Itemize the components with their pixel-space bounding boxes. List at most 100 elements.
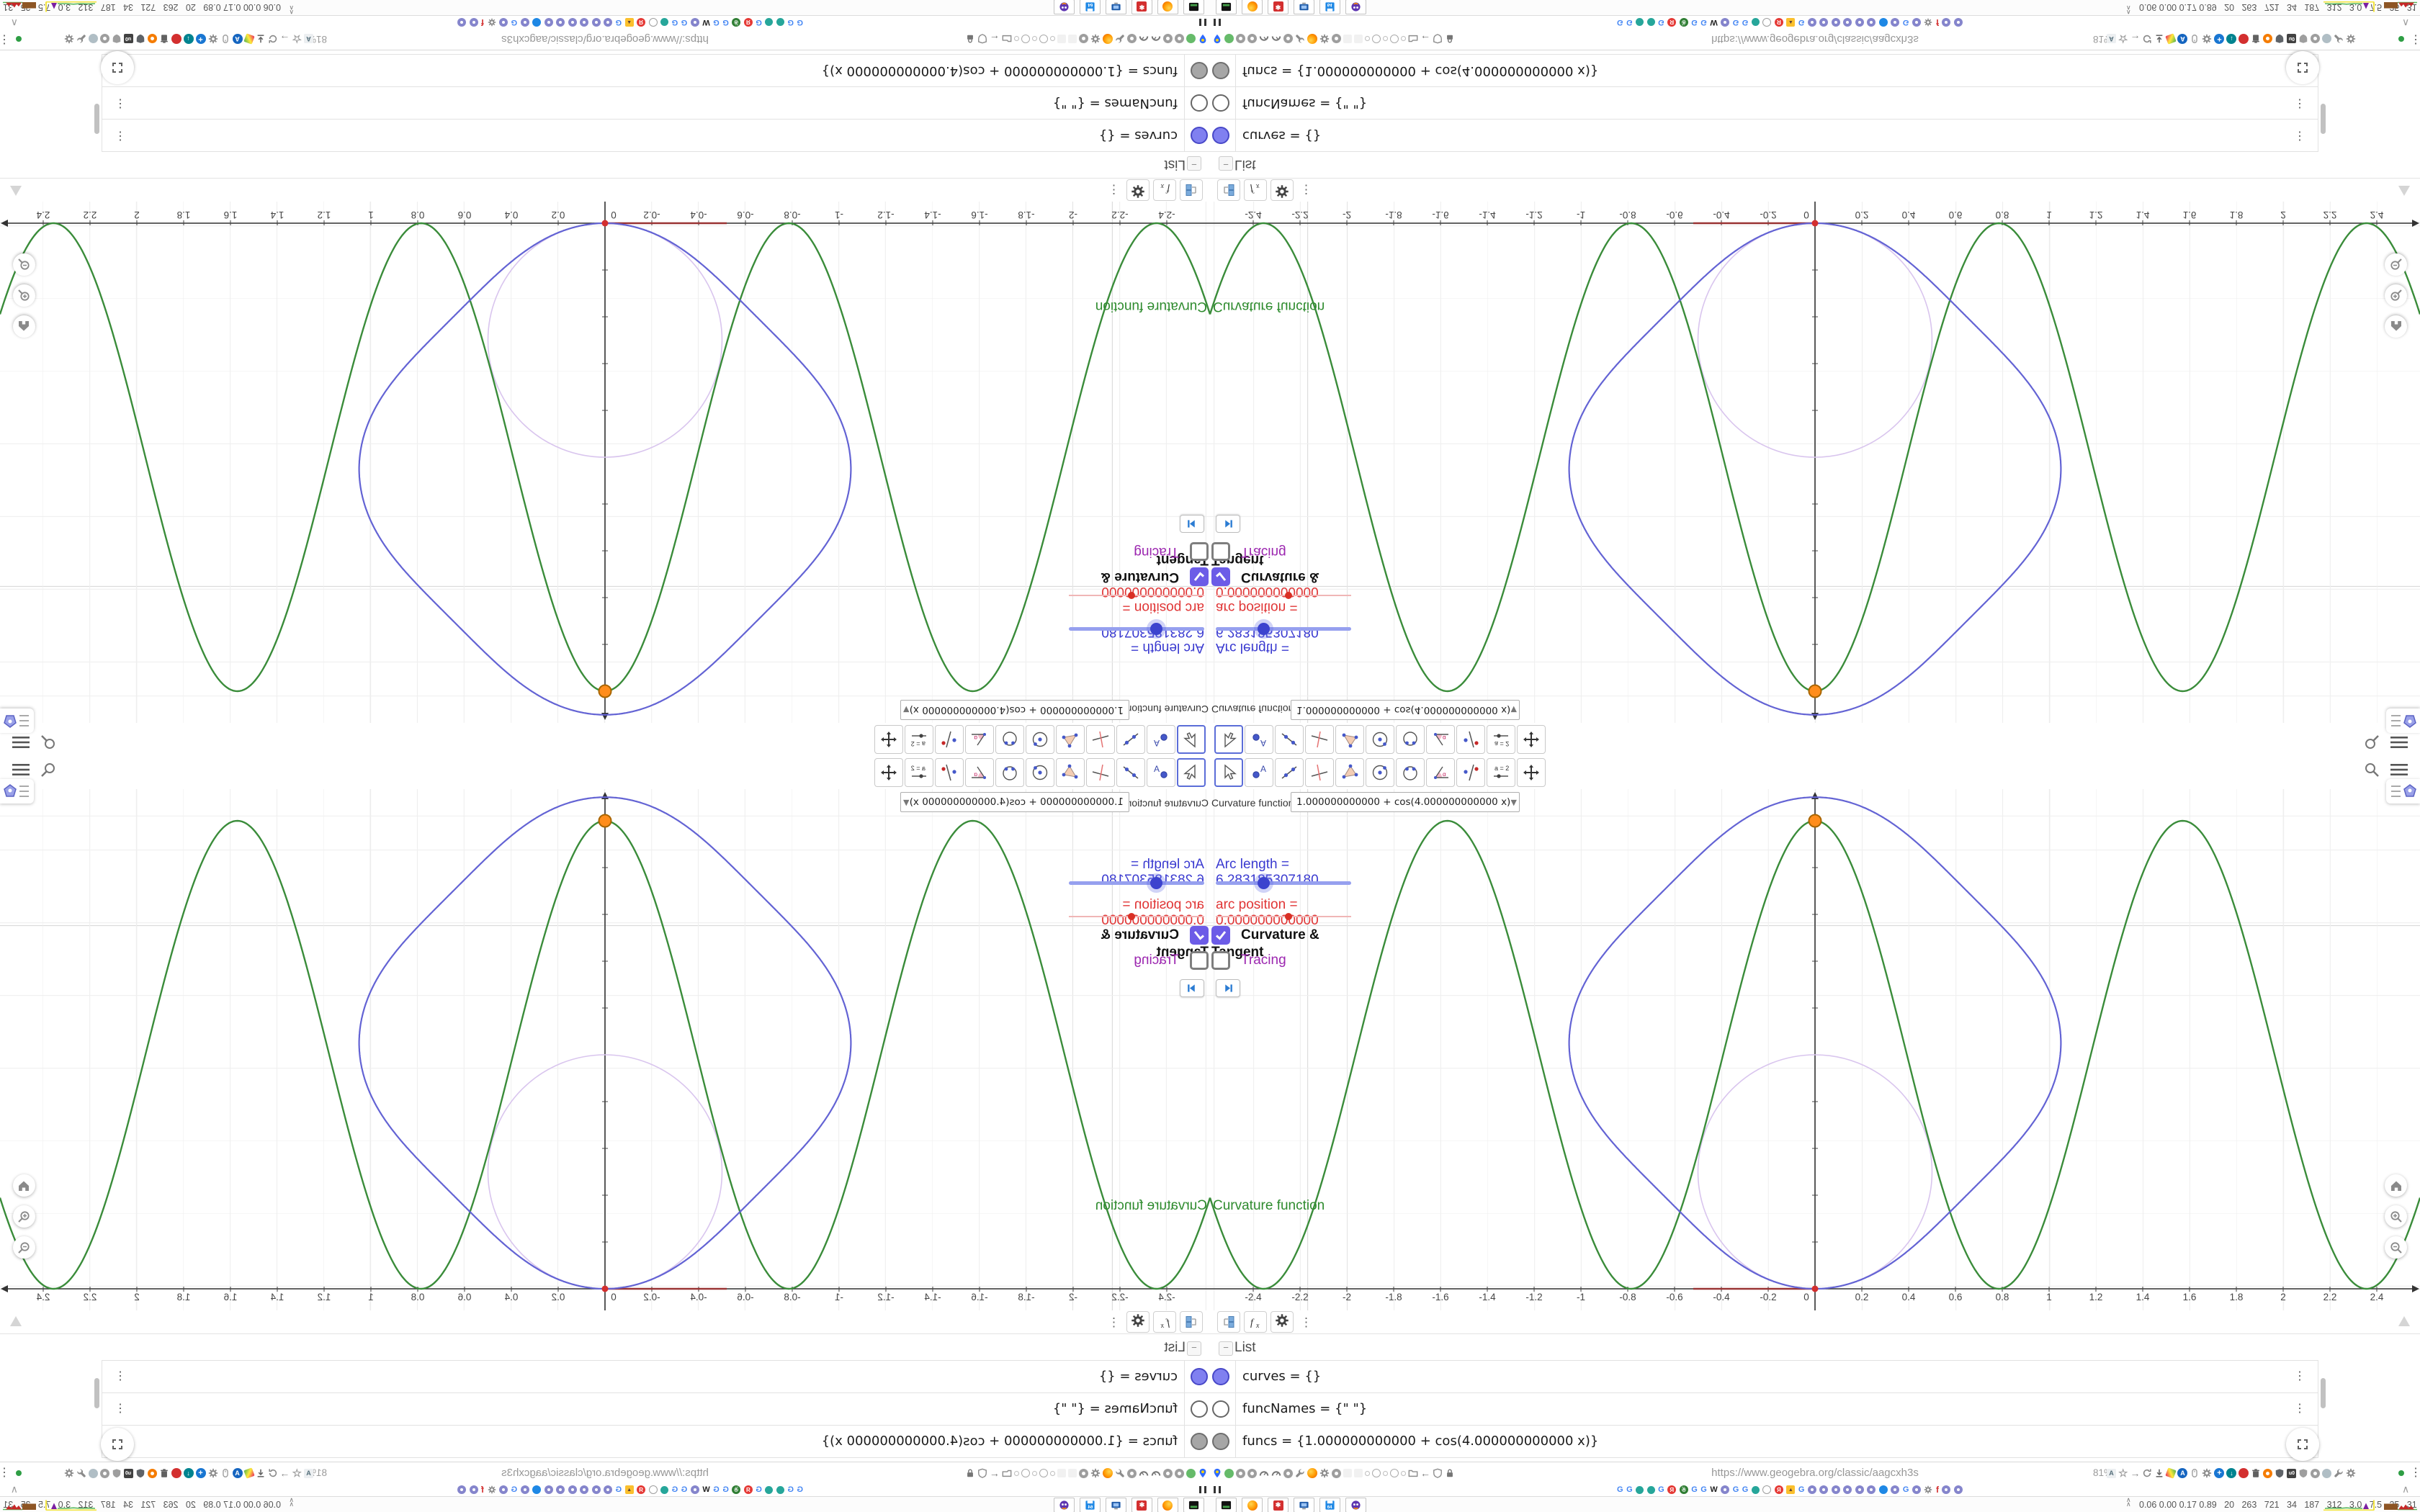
fullscreen-button[interactable] [2286, 1428, 2319, 1461]
bookmark-google-icon[interactable]: G [756, 1485, 762, 1494]
bookmark-teal-icon[interactable] [765, 1485, 774, 1494]
radio-small-icon[interactable] [1032, 1470, 1037, 1476]
reload-icon[interactable] [268, 1468, 278, 1478]
floppy64-app-icon[interactable]: 64 [1319, 0, 1340, 14]
search-icon[interactable] [2362, 733, 2381, 752]
firefox-app-icon[interactable] [1242, 0, 1263, 14]
globe-icon[interactable] [1332, 34, 1341, 44]
step-button[interactable] [1180, 515, 1204, 533]
gear-icon[interactable] [208, 34, 218, 44]
zoom-in-button[interactable] [13, 1205, 35, 1228]
tree-view-button[interactable] [1217, 179, 1240, 201]
settings-button[interactable] [1270, 179, 1294, 201]
globe-icon[interactable] [1283, 1468, 1293, 1478]
mouse-icon[interactable] [2190, 1468, 2200, 1478]
globe-icon[interactable] [1079, 1468, 1088, 1478]
tool-point[interactable]: A [1147, 725, 1175, 754]
curvature-tangent-checkbox[interactable] [1190, 926, 1209, 945]
zoom-in-button[interactable] [2385, 1205, 2407, 1228]
function-input[interactable]: 1.000000000000 + cos(4.000000000000 x) ▼ [1291, 792, 1520, 812]
trash-icon[interactable] [159, 1468, 169, 1478]
green-circle-icon[interactable] [1224, 1468, 1234, 1478]
tool-slider[interactable]: a = 2 [905, 758, 933, 787]
plus-blue-icon[interactable]: + [195, 34, 206, 44]
mouse-icon[interactable] [220, 1468, 230, 1478]
tree-view-button[interactable] [1217, 1311, 1240, 1333]
bookmark-wikipedia-icon[interactable]: W [702, 1485, 709, 1494]
settings-app-icon[interactable]: ✱ [1268, 1498, 1289, 1512]
scrollbar-thumb[interactable] [2321, 1378, 2326, 1408]
bookmark-google-icon[interactable]: G [1691, 18, 1698, 27]
radio-small-icon[interactable] [1014, 1470, 1019, 1476]
bookmark-teal-icon[interactable] [1636, 1485, 1644, 1494]
firefox-app-icon[interactable] [1242, 1498, 1263, 1512]
bookmark-google-icon[interactable]: G [1617, 18, 1623, 27]
translate-doc-icon[interactable]: A [304, 1468, 313, 1478]
bookmark-redf-icon[interactable]: f [481, 17, 484, 27]
tool-circle-center-point[interactable] [1026, 725, 1054, 754]
kebab-menu-icon[interactable]: ⋮ [115, 1369, 126, 1383]
radio-large-icon[interactable] [1390, 35, 1399, 43]
graphics-view[interactable]: -2.4 -2.2 -2 -1.8 -1.6 -1.4 -1.2 -1 -0.8 -0.6 -0.4… [1210, 789, 2420, 1332]
tool-angle[interactable]: α [1426, 725, 1455, 754]
algebra-row-funcnames[interactable]: funcNames = {" "} ⋮ [1210, 86, 2318, 120]
pin-icon[interactable] [1212, 1468, 1222, 1478]
gear-icon[interactable] [2202, 34, 2212, 44]
ghost-square-icon[interactable] [1343, 35, 1352, 43]
marker-icon[interactable] [2165, 1467, 2177, 1479]
bookmark-geogebra-icon[interactable] [580, 1485, 589, 1494]
bookmark-yandex-icon[interactable]: Я [1774, 18, 1783, 27]
bookmark-geogebra-icon[interactable] [568, 1485, 577, 1494]
ghost-square-icon[interactable] [1057, 1469, 1066, 1477]
ghost-square-icon[interactable] [1354, 1469, 1363, 1477]
ublock-icon[interactable]: u0 [123, 34, 133, 44]
bookmark-geogebra-icon[interactable] [580, 18, 589, 27]
wrench-icon[interactable] [1295, 34, 1305, 44]
kebab-menu-icon[interactable]: ⋮ [2294, 1401, 2305, 1416]
bookmark-google-icon[interactable]: G [787, 18, 794, 27]
arc-position-slider-knob[interactable] [1285, 592, 1292, 599]
bookmark-info-icon[interactable] [648, 18, 658, 27]
bookmark-geogebra-icon[interactable] [469, 18, 478, 27]
globe-icon[interactable] [99, 34, 109, 44]
wrench-icon[interactable] [76, 1468, 86, 1478]
bookmark-geogebra-icon[interactable] [591, 18, 601, 27]
bookmark-geogebra-icon[interactable] [1843, 18, 1852, 27]
firefox-app-icon[interactable] [1157, 0, 1178, 14]
globe-icon[interactable] [1175, 1468, 1184, 1478]
bookmark-geogebra-icon[interactable] [1912, 18, 1921, 27]
gauge-icon[interactable] [1259, 34, 1269, 44]
collapse-list-button[interactable]: − [1187, 156, 1201, 171]
gear-icon[interactable] [1319, 1468, 1330, 1478]
bookmark-gear-icon[interactable] [1924, 1485, 1932, 1494]
shield-outline-icon[interactable] [1433, 1468, 1443, 1478]
algebra-view-button[interactable] [0, 779, 34, 804]
globe-icon[interactable] [99, 1468, 109, 1478]
bookmark-geogebra-icon[interactable] [1912, 1485, 1921, 1494]
bookmark-geogebra-icon[interactable] [591, 1485, 601, 1494]
monitor-app-icon[interactable] [1294, 1498, 1314, 1512]
bookmark-chat-icon[interactable] [532, 1485, 542, 1494]
bookmark-geogebra-icon[interactable] [604, 1485, 613, 1494]
bookmark-geogebra-icon[interactable] [1953, 1485, 1963, 1494]
bookmark-yandex-icon[interactable]: Я [1774, 1485, 1783, 1494]
gauge-icon[interactable] [1139, 34, 1149, 44]
search-icon[interactable] [39, 760, 58, 779]
arrow-right-icon[interactable]: → [2130, 33, 2140, 45]
algebra-row-funcnames[interactable]: funcNames = {" "} ⋮ [102, 86, 1210, 120]
bookmark-google-icon[interactable]: G [1658, 1485, 1664, 1494]
arrow-right-icon[interactable]: → [280, 33, 290, 45]
wrench-icon[interactable] [1115, 1468, 1125, 1478]
translate-blue-icon[interactable]: A [232, 34, 243, 44]
visibility-toggle-curves[interactable] [1212, 127, 1229, 144]
bookmark-image-icon[interactable]: ▲ [624, 1485, 634, 1494]
bookmark-google-icon[interactable]: G [1903, 1485, 1909, 1494]
bookmark-google-icon[interactable]: G [787, 1485, 794, 1494]
gauge-icon[interactable] [1271, 1468, 1281, 1478]
marker-icon[interactable] [243, 33, 255, 45]
bookmark-info-icon[interactable] [1762, 1485, 1772, 1494]
chevron-up-icon[interactable]: ∧ [2402, 1483, 2409, 1495]
settings-button[interactable] [1126, 179, 1150, 201]
bookmark-geogebra-icon[interactable] [1953, 18, 1963, 27]
star-icon[interactable]: ☆ [2118, 32, 2128, 45]
